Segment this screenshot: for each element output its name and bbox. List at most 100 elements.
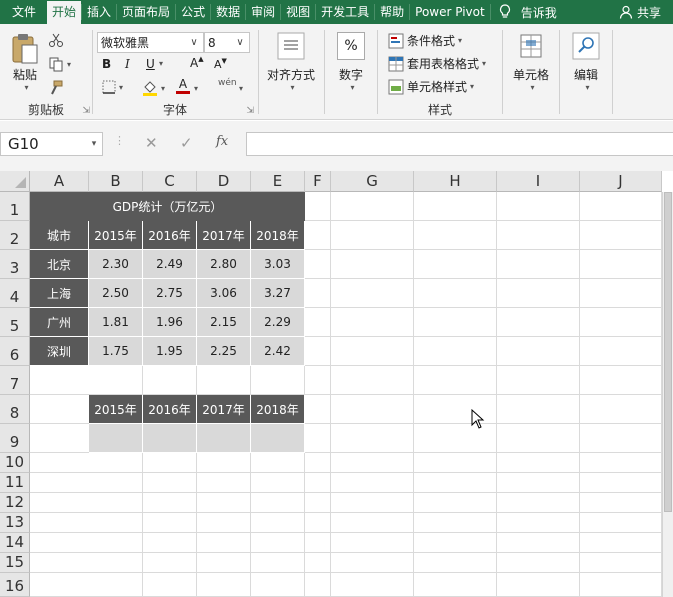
tell-me-search[interactable]: 告诉我: [491, 0, 557, 24]
column-header-d[interactable]: D: [197, 171, 251, 192]
column-header-b[interactable]: B: [89, 171, 143, 192]
column-header-h[interactable]: H: [414, 171, 497, 192]
tab-insert[interactable]: 插入: [82, 0, 116, 24]
row-header-11[interactable]: 11: [0, 473, 30, 493]
header-cell[interactable]: 2016年: [143, 395, 197, 424]
cells-button[interactable]: 单元格 ▾: [508, 32, 554, 92]
city-cell[interactable]: 北京: [30, 250, 89, 279]
tab-review[interactable]: 审阅: [246, 0, 280, 24]
format-painter-button[interactable]: [48, 80, 64, 96]
tab-home[interactable]: 开始: [47, 1, 82, 24]
header-cell[interactable]: 2017年: [197, 221, 251, 250]
vertical-scrollbar[interactable]: [662, 192, 673, 597]
row-header-7[interactable]: 7: [0, 366, 30, 395]
row-header-13[interactable]: 13: [0, 513, 30, 533]
value-cell[interactable]: 2.30: [89, 250, 143, 279]
row-header-8[interactable]: 8: [0, 395, 30, 424]
chevron-down-icon[interactable]: ▾: [159, 59, 163, 68]
value-cell[interactable]: 2.80: [197, 250, 251, 279]
header-cell[interactable]: 2015年: [89, 221, 143, 250]
tab-file[interactable]: 文件: [0, 0, 47, 24]
name-box[interactable]: G10 ▾: [0, 132, 103, 156]
chevron-down-icon[interactable]: ▾: [86, 139, 102, 149]
row-header-4[interactable]: 4: [0, 279, 30, 308]
value-cell[interactable]: 2.49: [143, 250, 197, 279]
tab-developer[interactable]: 开发工具: [316, 0, 374, 24]
empty-input-cell[interactable]: [251, 424, 305, 453]
increase-font-size-button[interactable]: A ▲: [190, 55, 204, 70]
editing-button[interactable]: 编辑 ▾: [566, 32, 606, 92]
copy-button[interactable]: ▾: [48, 56, 71, 72]
font-color-button[interactable]: A: [176, 78, 190, 94]
tab-data[interactable]: 数据: [211, 0, 245, 24]
cell-styles-button[interactable]: 单元格样式 ▾: [388, 78, 474, 95]
row-header-12[interactable]: 12: [0, 493, 30, 513]
header-cell[interactable]: 2018年: [251, 395, 305, 424]
value-cell[interactable]: 1.75: [89, 337, 143, 366]
dialog-launcher-icon[interactable]: ⇲: [82, 106, 90, 116]
chevron-down-icon[interactable]: ▾: [194, 84, 198, 93]
alignment-button[interactable]: 对齐方式 ▾: [263, 32, 319, 92]
cancel-icon[interactable]: ✕: [145, 134, 158, 152]
tab-formulas[interactable]: 公式: [176, 0, 210, 24]
formula-input[interactable]: [246, 132, 673, 156]
header-cell[interactable]: 2015年: [89, 395, 143, 424]
value-cell[interactable]: 1.96: [143, 308, 197, 337]
value-cell[interactable]: 2.29: [251, 308, 305, 337]
row-header-1[interactable]: 1: [0, 192, 30, 221]
empty-input-cell[interactable]: [197, 424, 251, 453]
empty-input-cell[interactable]: [143, 424, 197, 453]
tab-page-layout[interactable]: 页面布局: [117, 0, 175, 24]
row-header-5[interactable]: 5: [0, 308, 30, 337]
value-cell[interactable]: 2.25: [197, 337, 251, 366]
value-cell[interactable]: 3.27: [251, 279, 305, 308]
value-cell[interactable]: 1.81: [89, 308, 143, 337]
fill-color-button[interactable]: ▾: [142, 80, 165, 96]
tab-help[interactable]: 帮助: [375, 0, 409, 24]
column-header-g[interactable]: G: [331, 171, 414, 192]
column-header-e[interactable]: E: [251, 171, 305, 192]
decrease-font-size-button[interactable]: A ▼: [214, 57, 227, 72]
chevron-down-icon[interactable]: ▾: [239, 84, 243, 93]
number-format-button[interactable]: % 数字 ▾: [331, 32, 371, 92]
worksheet-grid[interactable]: ABCDEFGHIJ 1 2 3 4 5 6 7 8 9 10 11 12 13 14 15 16 GDP统计…: [0, 171, 673, 597]
italic-button[interactable]: I: [125, 57, 130, 71]
header-cell[interactable]: 2017年: [197, 395, 251, 424]
row-header-10[interactable]: 10: [0, 453, 30, 473]
dialog-launcher-icon[interactable]: ⇲: [246, 106, 254, 116]
header-cell[interactable]: 城市: [30, 221, 89, 250]
tab-power-pivot[interactable]: Power Pivot: [410, 0, 490, 24]
insert-function-button[interactable]: fx: [216, 134, 228, 149]
underline-button[interactable]: U: [146, 57, 155, 71]
value-cell[interactable]: 3.03: [251, 250, 305, 279]
conditional-formatting-button[interactable]: 条件格式 ▾: [388, 32, 462, 49]
format-as-table-button[interactable]: 套用表格格式 ▾: [388, 55, 486, 72]
header-cell[interactable]: 2018年: [251, 221, 305, 250]
tab-view[interactable]: 视图: [281, 0, 315, 24]
value-cell[interactable]: 2.75: [143, 279, 197, 308]
bold-button[interactable]: B: [102, 57, 111, 71]
city-cell[interactable]: 上海: [30, 279, 89, 308]
share-button[interactable]: 共享: [619, 0, 673, 24]
column-header-c[interactable]: C: [143, 171, 197, 192]
borders-button[interactable]: ▾: [102, 80, 123, 94]
column-header-f[interactable]: F: [305, 171, 331, 192]
value-cell[interactable]: 1.95: [143, 337, 197, 366]
phonetic-guide-button[interactable]: wén: [218, 78, 237, 88]
row-header-2[interactable]: 2: [0, 221, 30, 250]
row-header-15[interactable]: 15: [0, 553, 30, 573]
value-cell[interactable]: 3.06: [197, 279, 251, 308]
font-name-select[interactable]: 微软雅黑 ∨: [97, 32, 204, 53]
value-cell[interactable]: 2.50: [89, 279, 143, 308]
column-header-a[interactable]: A: [30, 171, 89, 192]
city-cell[interactable]: 广州: [30, 308, 89, 337]
city-cell[interactable]: 深圳: [30, 337, 89, 366]
paste-button[interactable]: 粘贴 ▾: [8, 32, 42, 92]
select-all-button[interactable]: [0, 171, 30, 192]
empty-input-cell[interactable]: [89, 424, 143, 453]
row-header-14[interactable]: 14: [0, 533, 30, 553]
row-header-16[interactable]: 16: [0, 573, 30, 597]
enter-icon[interactable]: ✓: [180, 134, 193, 152]
value-cell[interactable]: 2.42: [251, 337, 305, 366]
font-size-select[interactable]: 8 ∨: [204, 32, 250, 53]
